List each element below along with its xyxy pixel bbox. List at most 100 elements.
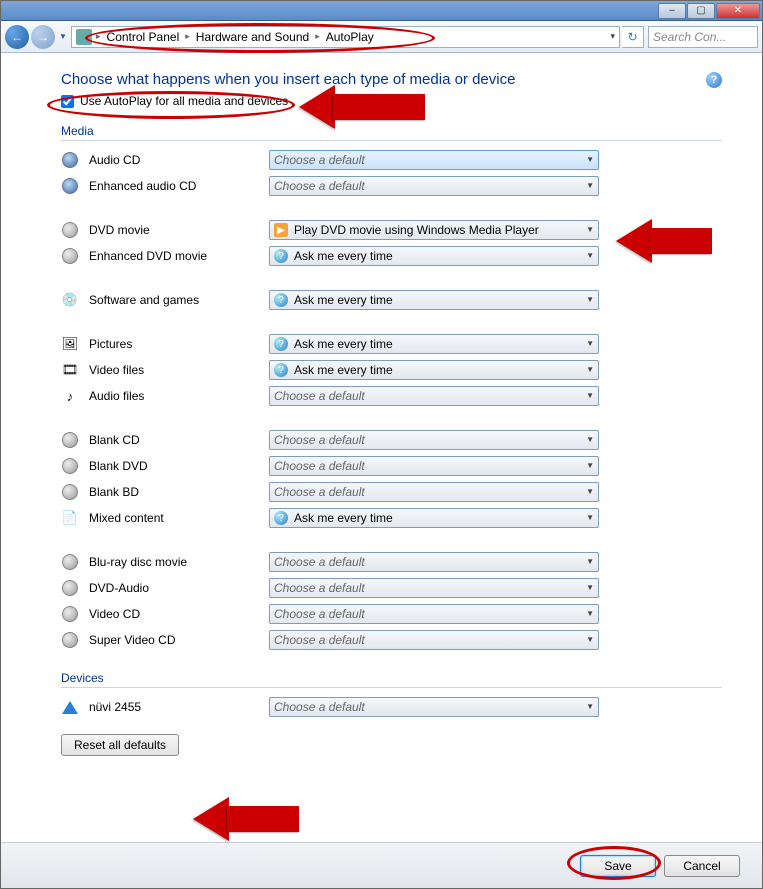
reset-defaults-button[interactable]: Reset all defaults <box>61 734 179 756</box>
combo-software-games[interactable]: ? Ask me every time ▼ <box>269 290 599 310</box>
chevron-down-icon: ▼ <box>586 295 594 304</box>
cd-icon <box>61 151 79 169</box>
label-blank-dvd: Blank DVD <box>89 459 269 473</box>
combo-value: Choose a default <box>274 179 365 193</box>
question-icon: ? <box>274 249 288 263</box>
breadcrumb-sep: ▸ <box>313 31 322 42</box>
navbar: ← → ▼ ▸ Control Panel ▸ Hardware and Sou… <box>1 21 762 53</box>
wmp-icon: ▶ <box>274 223 288 237</box>
back-button[interactable]: ← <box>5 25 29 49</box>
software-icon: 💿 <box>61 291 79 309</box>
disc-icon <box>61 553 79 571</box>
combo-svcd[interactable]: Choose a default ▼ <box>269 630 599 650</box>
titlebar: – ▢ ✕ <box>1 1 762 21</box>
chevron-down-icon: ▼ <box>586 583 594 592</box>
row-mixed-content: 📄 Mixed content ? Ask me every time ▼ <box>61 505 722 531</box>
combo-video-cd[interactable]: Choose a default ▼ <box>269 604 599 624</box>
chevron-down-icon: ▼ <box>586 435 594 444</box>
forward-button[interactable]: → <box>31 25 55 49</box>
disc-icon <box>61 247 79 265</box>
label-bluray: Blu-ray disc movie <box>89 555 269 569</box>
music-icon: ♪ <box>61 387 79 405</box>
chevron-down-icon: ▼ <box>586 513 594 522</box>
row-nuvi: nüvi 2455 Choose a default ▼ <box>61 694 722 720</box>
combo-nuvi[interactable]: Choose a default ▼ <box>269 697 599 717</box>
use-autoplay-checkbox[interactable] <box>61 95 74 108</box>
label-enh-audio-cd: Enhanced audio CD <box>89 179 269 193</box>
combo-value: Choose a default <box>274 700 365 714</box>
row-pictures: 🖼 Pictures ? Ask me every time ▼ <box>61 331 722 357</box>
label-mixed-content: Mixed content <box>89 511 269 525</box>
row-audio-files: ♪ Audio files Choose a default ▼ <box>61 383 722 409</box>
row-video-files: 🎞 Video files ? Ask me every time ▼ <box>61 357 722 383</box>
history-dropdown[interactable]: ▼ <box>57 32 69 41</box>
disc-icon <box>61 605 79 623</box>
search-input[interactable]: Search Con... <box>648 26 758 48</box>
combo-blank-cd[interactable]: Choose a default ▼ <box>269 430 599 450</box>
crumb-control-panel[interactable]: Control Panel <box>105 30 182 44</box>
combo-enh-dvd-movie[interactable]: ? Ask me every time ▼ <box>269 246 599 266</box>
device-icon <box>61 698 79 716</box>
label-nuvi: nüvi 2455 <box>89 700 269 714</box>
chevron-down-icon: ▼ <box>586 181 594 190</box>
combo-value: Choose a default <box>274 581 365 595</box>
label-dvd-audio: DVD-Audio <box>89 581 269 595</box>
section-devices: Devices <box>61 671 722 688</box>
footer: Save Cancel <box>1 842 762 888</box>
row-bluray: Blu-ray disc movie Choose a default ▼ <box>61 549 722 575</box>
chevron-down-icon: ▼ <box>586 487 594 496</box>
row-enh-dvd-movie: Enhanced DVD movie ? Ask me every time ▼ <box>61 243 722 269</box>
combo-value: Ask me every time <box>294 249 393 263</box>
disc-icon <box>61 579 79 597</box>
combo-audio-files[interactable]: Choose a default ▼ <box>269 386 599 406</box>
cancel-button[interactable]: Cancel <box>664 855 740 877</box>
combo-mixed-content[interactable]: ? Ask me every time ▼ <box>269 508 599 528</box>
row-enh-audio-cd: Enhanced audio CD Choose a default ▼ <box>61 173 722 199</box>
address-dropdown-icon[interactable]: ▾ <box>610 31 615 42</box>
combo-pictures[interactable]: ? Ask me every time ▼ <box>269 334 599 354</box>
location-icon <box>76 29 92 45</box>
combo-enh-audio-cd[interactable]: Choose a default ▼ <box>269 176 599 196</box>
chevron-down-icon: ▼ <box>586 702 594 711</box>
label-svcd: Super Video CD <box>89 633 269 647</box>
label-enh-dvd-movie: Enhanced DVD movie <box>89 249 269 263</box>
combo-value: Ask me every time <box>294 293 393 307</box>
address-bar[interactable]: ▸ Control Panel ▸ Hardware and Sound ▸ A… <box>71 26 620 48</box>
breadcrumb-sep: ▸ <box>94 31 103 42</box>
combo-value: Choose a default <box>274 485 365 499</box>
minimize-button[interactable]: – <box>658 3 686 19</box>
label-video-files: Video files <box>89 363 269 377</box>
refresh-button[interactable]: ↻ <box>622 26 644 48</box>
combo-blank-bd[interactable]: Choose a default ▼ <box>269 482 599 502</box>
combo-value: Ask me every time <box>294 511 393 525</box>
question-icon: ? <box>274 337 288 351</box>
combo-value: Choose a default <box>274 459 365 473</box>
chevron-down-icon: ▼ <box>586 365 594 374</box>
page-title: Choose what happens when you insert each… <box>61 71 515 88</box>
maximize-button[interactable]: ▢ <box>687 3 715 19</box>
label-pictures: Pictures <box>89 337 269 351</box>
row-audio-cd: Audio CD Choose a default ▼ <box>61 147 722 173</box>
chevron-down-icon: ▼ <box>586 225 594 234</box>
section-media: Media <box>61 124 722 141</box>
combo-value: Ask me every time <box>294 363 393 377</box>
combo-blank-dvd[interactable]: Choose a default ▼ <box>269 456 599 476</box>
chevron-down-icon: ▼ <box>586 155 594 164</box>
crumb-hardware-sound[interactable]: Hardware and Sound <box>194 30 311 44</box>
chevron-down-icon: ▼ <box>586 557 594 566</box>
chevron-down-icon: ▼ <box>586 461 594 470</box>
crumb-autoplay[interactable]: AutoPlay <box>324 30 376 44</box>
combo-bluray[interactable]: Choose a default ▼ <box>269 552 599 572</box>
save-button[interactable]: Save <box>580 855 656 877</box>
combo-video-files[interactable]: ? Ask me every time ▼ <box>269 360 599 380</box>
use-autoplay-row: Use AutoPlay for all media and devices <box>61 94 722 108</box>
disc-icon <box>61 221 79 239</box>
disc-icon <box>61 457 79 475</box>
combo-dvd-audio[interactable]: Choose a default ▼ <box>269 578 599 598</box>
help-icon[interactable]: ? <box>706 72 722 88</box>
combo-audio-cd[interactable]: Choose a default ▼ <box>269 150 599 170</box>
combo-dvd-movie[interactable]: ▶ Play DVD movie using Windows Media Pla… <box>269 220 599 240</box>
row-svcd: Super Video CD Choose a default ▼ <box>61 627 722 653</box>
close-button[interactable]: ✕ <box>716 3 760 19</box>
combo-value: Choose a default <box>274 433 365 447</box>
